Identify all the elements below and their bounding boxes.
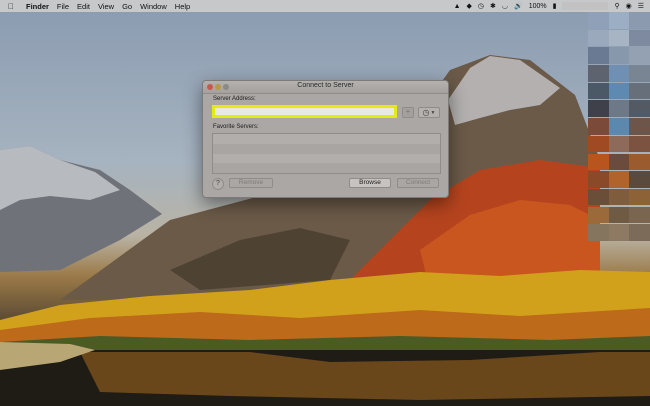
battery-percent[interactable]: 100%: [529, 3, 547, 10]
apple-icon[interactable]: : [6, 2, 16, 11]
wifi-icon[interactable]: ◡: [502, 2, 508, 10]
volume-icon[interactable]: 🔊: [514, 2, 523, 10]
list-item: [213, 134, 440, 144]
adobe-icon[interactable]: ▲: [454, 3, 461, 10]
bluetooth-icon[interactable]: ✱: [490, 2, 496, 10]
help-button[interactable]: ?: [212, 178, 224, 190]
desktop:  Finder File Edit View Go Window Help ▲…: [0, 0, 650, 406]
connect-button[interactable]: Connect: [397, 178, 439, 188]
redacted-clock: [562, 2, 609, 10]
remove-button[interactable]: Remove: [229, 178, 273, 188]
menu-app-finder[interactable]: Finder: [26, 2, 49, 11]
battery-icon[interactable]: ▮: [553, 2, 557, 10]
favorite-servers-list[interactable]: [212, 133, 441, 174]
server-address-input[interactable]: [212, 105, 397, 118]
dropbox-icon[interactable]: ◆: [467, 2, 472, 10]
spotlight-search-icon[interactable]: ⚲: [614, 2, 619, 10]
connect-to-server-dialog: Connect to Server Server Address: + ◷ ▼ …: [202, 80, 449, 198]
dialog-titlebar[interactable]: Connect to Server: [203, 81, 448, 94]
dialog-title: Connect to Server: [297, 82, 354, 89]
siri-icon[interactable]: ◉: [626, 2, 632, 10]
menu-bar:  Finder File Edit View Go Window Help ▲…: [0, 0, 650, 12]
add-favorite-button[interactable]: +: [402, 107, 414, 118]
menu-go[interactable]: Go: [122, 2, 132, 11]
time-machine-icon[interactable]: ◷: [478, 2, 484, 10]
server-address-label: Server Address:: [213, 96, 256, 102]
list-item: [213, 163, 440, 173]
chevron-down-icon: ▼: [430, 109, 436, 116]
clock-icon: ◷: [422, 107, 430, 117]
menu-edit[interactable]: Edit: [77, 2, 90, 11]
notification-center-icon[interactable]: ☰: [638, 2, 644, 10]
menu-help[interactable]: Help: [175, 2, 190, 11]
status-area: ▲ ◆ ◷ ✱ ◡ 🔊 100% ▮ ⚲ ◉ ☰: [454, 0, 650, 12]
recent-servers-button[interactable]: ◷ ▼: [418, 107, 440, 118]
list-item: [213, 143, 440, 154]
pixelated-region: [588, 12, 650, 242]
browse-button[interactable]: Browse: [349, 178, 391, 188]
menu-window[interactable]: Window: [140, 2, 167, 11]
favorite-servers-label: Favorite Servers:: [213, 124, 259, 130]
wallpaper-image: [0, 55, 650, 406]
menu-file[interactable]: File: [57, 2, 69, 11]
menu-view[interactable]: View: [98, 2, 114, 11]
list-item: [213, 154, 440, 164]
